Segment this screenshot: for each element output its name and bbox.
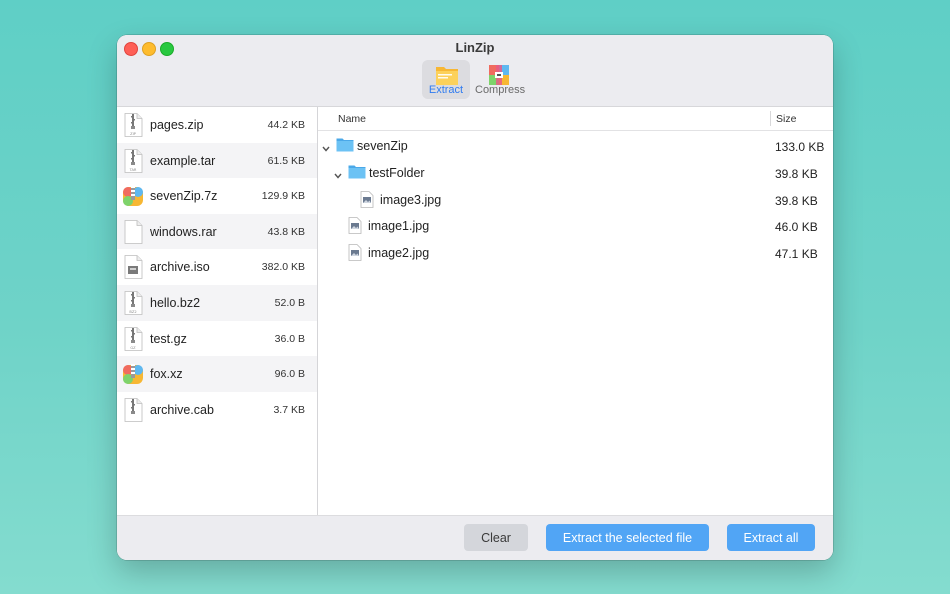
gz-file-icon: GZ [122,326,144,351]
entry-name: image3.jpg [380,192,442,207]
zip-file-icon: ZIP [122,113,144,137]
archive-list-item[interactable]: fox.xz 96.0 B [117,356,317,392]
compress-tab[interactable]: Compress [475,60,526,99]
iso-file-icon [122,255,144,280]
image-file-icon [360,190,374,213]
archive-size: 44.2 KB [267,119,305,131]
archive-name: sevenZip.7z [150,189,218,204]
folder-icon [336,137,354,157]
clear-button[interactable]: Clear [464,524,528,551]
extract-tab-label: Extract [428,84,464,96]
column-size-header[interactable]: Size [776,113,796,125]
entry-size: 39.8 KB [775,193,818,208]
archive-name: windows.rar [150,224,217,239]
extract-selected-button[interactable]: Extract the selected file [546,524,709,551]
chevron-down-icon[interactable] [321,141,331,152]
entry-size: 46.0 KB [775,220,818,235]
archive-list: ZIP pages.zip 44.2 KB TAR example.tar 61.5 KB… [117,107,318,516]
archive-list-item[interactable]: BZ2 hello.bz2 52.0 B [117,284,317,321]
archive-name: example.tar [150,153,216,168]
sevenzip-file-icon [122,184,144,208]
window-title: LinZip [455,40,495,55]
archive-list-item[interactable]: ZIP pages.zip 44.2 KB [117,107,317,143]
archive-size: 3.7 KB [273,403,305,416]
archive-list-item[interactable]: archive.iso 382.0 KB [117,249,317,285]
archive-name: archive.iso [150,260,210,275]
archive-size: 36.0 B [274,332,305,345]
archive-list-item[interactable]: GZ test.gz 36.0 B [117,321,317,357]
archive-name: pages.zip [150,118,204,132]
action-bar: Clear Extract the selected file Extract … [117,515,833,560]
archive-list-item[interactable]: archive.cab 3.7 KB [117,392,317,428]
bz2-file-icon: BZ2 [122,291,144,315]
archive-list-item[interactable]: windows.rar 43.8 KB [117,213,317,250]
table-row[interactable]: image2.jpg 47.1 KB [318,240,833,266]
archive-contents: Name Size sevenZip 133.0 KB testFolder 39.8… [318,107,833,516]
archive-size: 96.0 B [274,368,305,381]
extract-tab[interactable]: Extract [422,60,470,99]
table-row[interactable]: image1.jpg 46.0 KB [318,213,833,239]
table-row[interactable]: image3.jpg 39.8 KB [318,187,833,213]
entry-size: 133.0 KB [775,140,825,154]
entry-size: 39.8 KB [775,166,818,181]
column-name-header[interactable]: Name [338,113,366,125]
column-header: Name Size [318,107,833,131]
archive-box-icon [489,65,509,85]
image-file-icon [348,217,362,239]
folder-extract-icon [436,67,458,85]
compress-tab-label: Compress [475,84,526,96]
archive-name: test.gz [150,331,187,346]
entry-name: testFolder [369,165,425,180]
entry-name: image2.jpg [368,246,430,261]
svg-text:BZ2: BZ2 [129,310,136,314]
table-row[interactable]: testFolder 39.8 KB [318,160,833,186]
tar-file-icon: TAR [122,148,144,173]
archive-list-item[interactable]: sevenZip.7z 129.9 KB [117,178,317,214]
archive-name: fox.xz [150,367,183,382]
entry-name: sevenZip [357,139,408,153]
rar-file-icon [122,219,144,244]
cab-file-icon [122,397,144,422]
svg-text:ZIP: ZIP [130,132,137,136]
archive-size: 382.0 KB [261,261,305,274]
table-row[interactable]: sevenZip 133.0 KB [318,133,833,159]
entry-name: image1.jpg [368,219,430,234]
title-bar: LinZip Extract Compress [117,35,833,107]
archive-name: archive.cab [150,402,214,417]
archive-size: 43.8 KB [267,225,305,238]
image-file-icon [348,244,362,266]
archive-size: 129.9 KB [261,190,305,203]
svg-text:TAR: TAR [129,168,137,172]
folder-icon [348,164,366,184]
column-divider [770,111,771,126]
entry-size: 47.1 KB [775,247,818,262]
xz-file-icon [122,362,144,386]
app-window: LinZip Extract Compress ZIP pages.zip 44… [117,35,833,560]
svg-text:GZ: GZ [130,346,136,350]
archive-name: hello.bz2 [150,295,201,310]
archive-list-item[interactable]: TAR example.tar 61.5 KB [117,142,317,179]
chevron-down-icon[interactable] [333,168,343,179]
archive-size: 61.5 KB [267,154,305,167]
archive-size: 52.0 B [274,296,305,309]
extract-all-button[interactable]: Extract all [727,524,815,551]
